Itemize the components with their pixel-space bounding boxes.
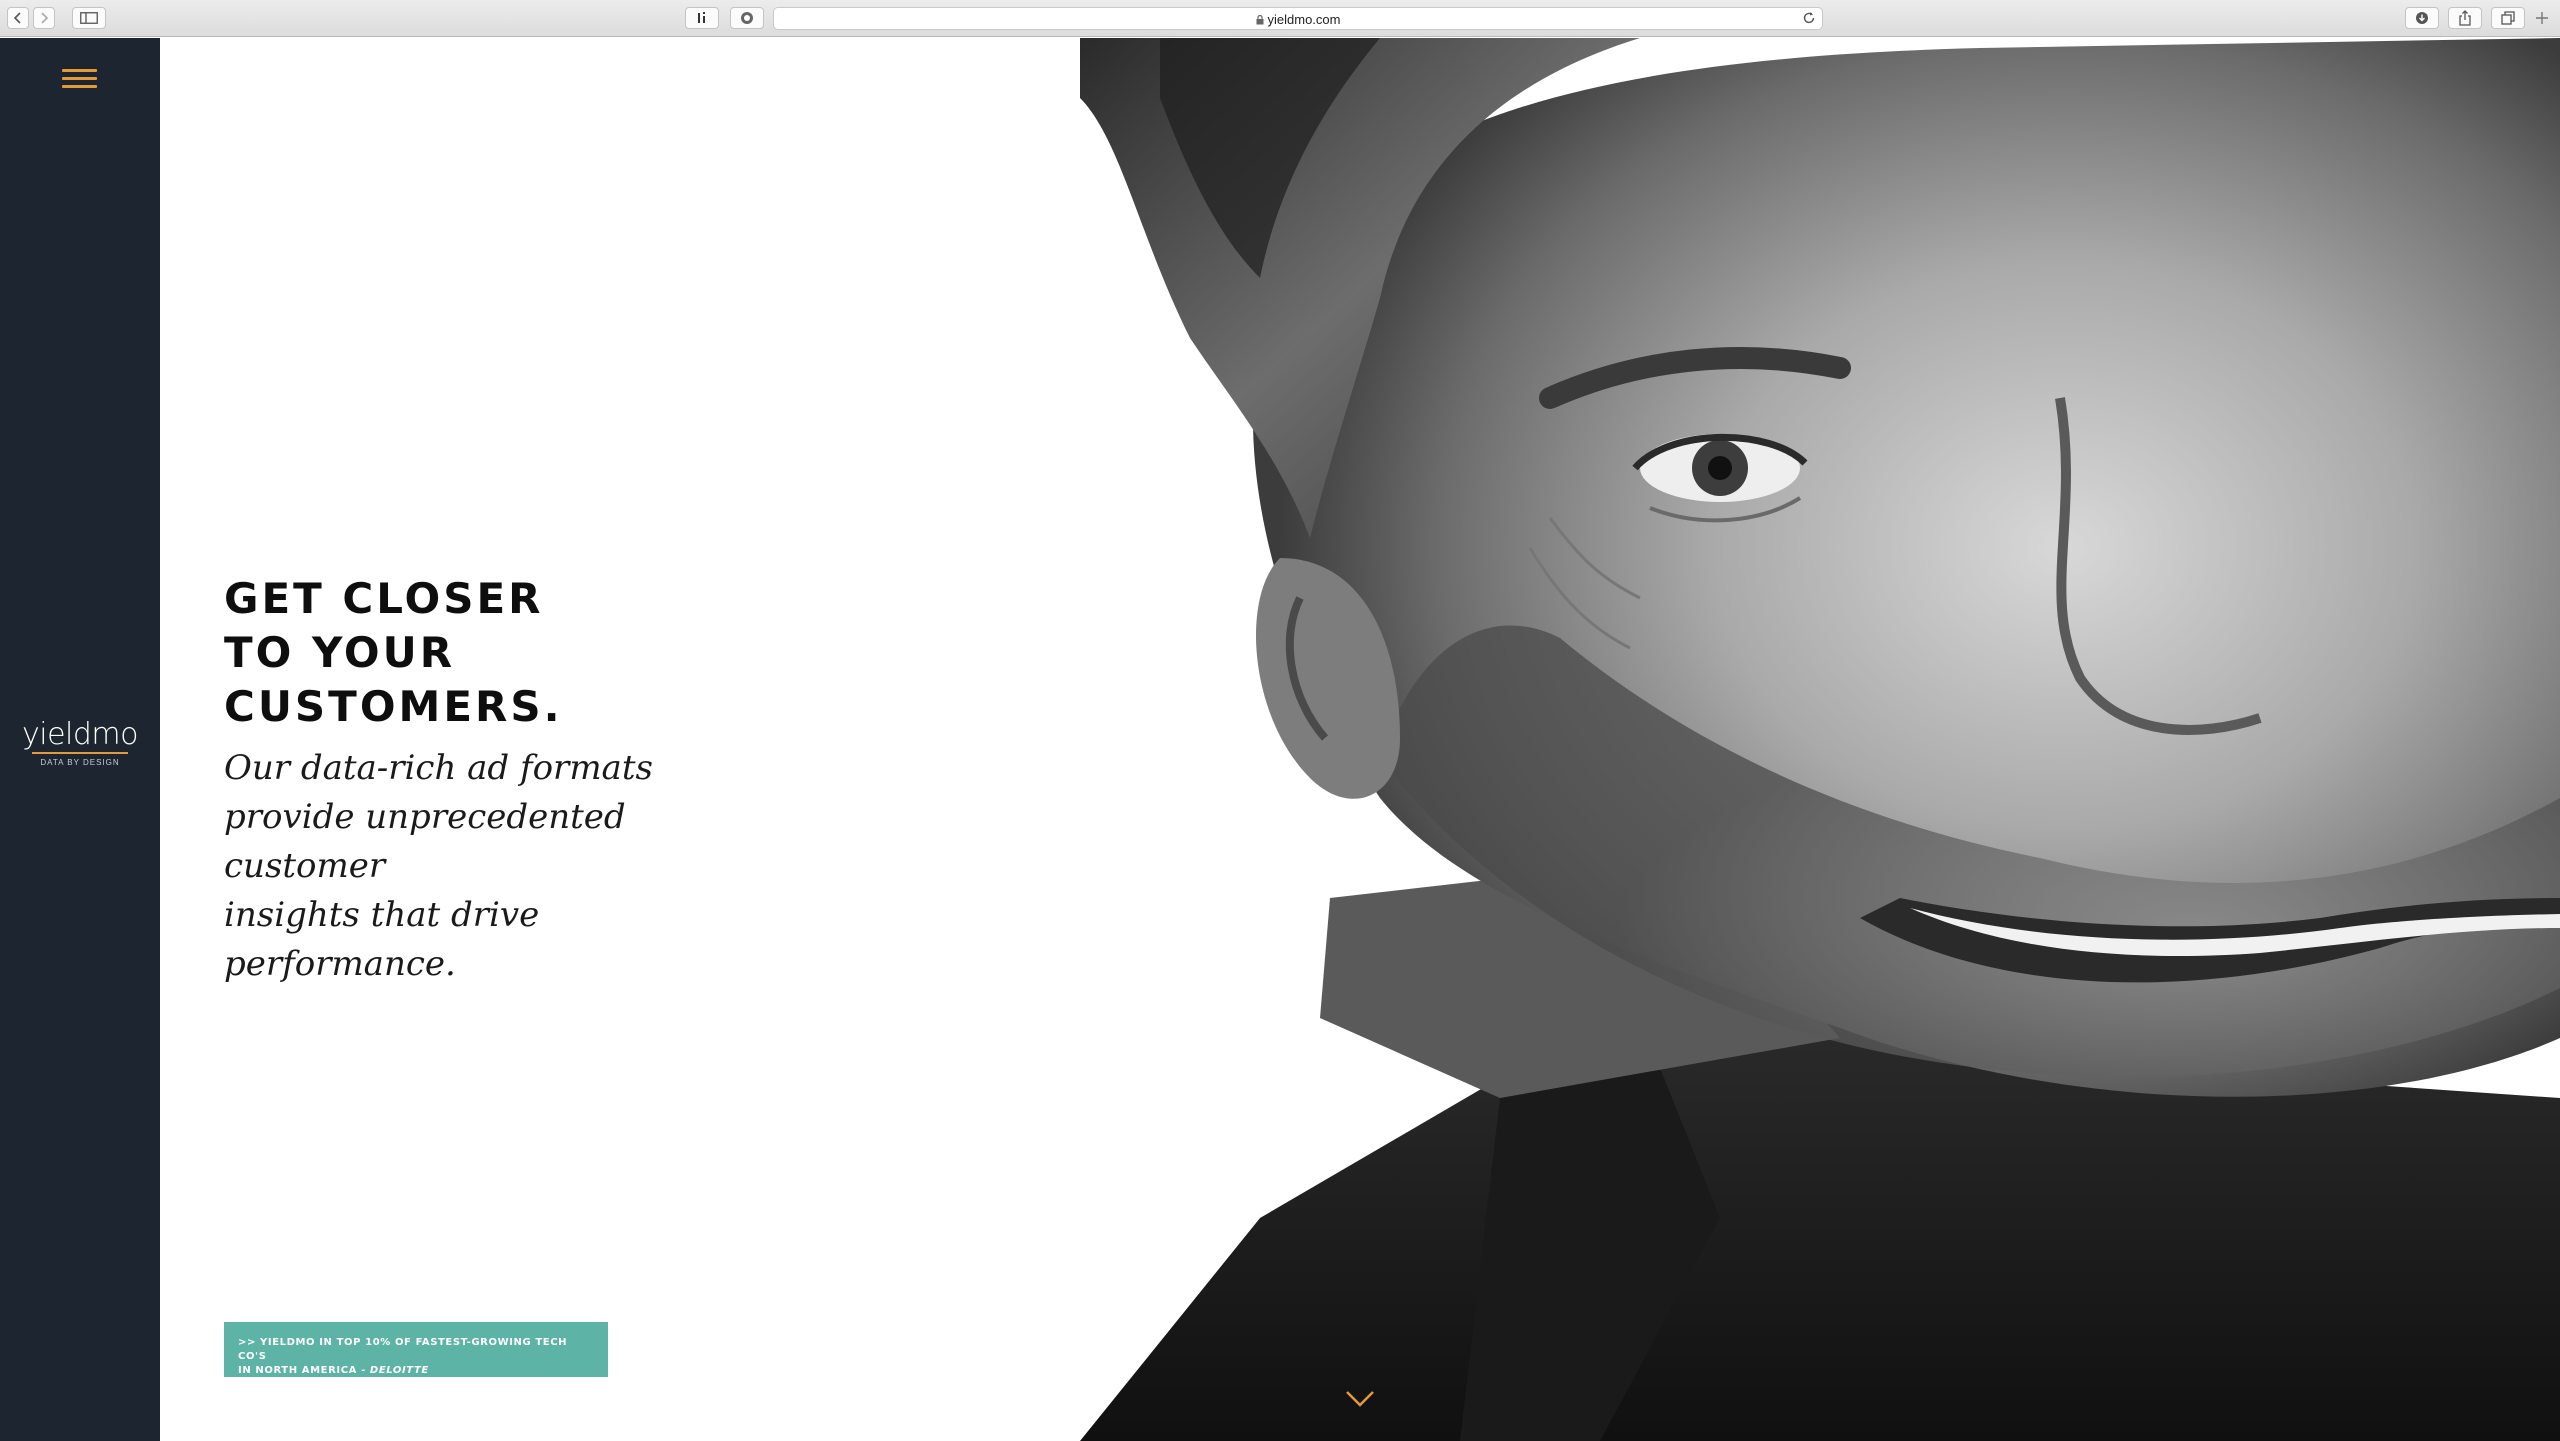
news-line-1: >> YIELDMO IN TOP 10% OF FASTEST-GROWING… xyxy=(238,1337,568,1362)
extension-icon xyxy=(698,12,705,23)
chevron-left-icon xyxy=(13,12,21,24)
headline-line-3: CUSTOMERS. xyxy=(224,682,563,731)
browser-toolbar: yieldmo.com xyxy=(0,0,2560,37)
logo[interactable]: yieldmo DATA BY DESIGN xyxy=(0,717,160,768)
extension-button[interactable] xyxy=(685,7,719,29)
headline-line-1: GET CLOSER xyxy=(224,574,544,623)
reader-button[interactable] xyxy=(730,7,764,29)
forward-button[interactable] xyxy=(33,7,55,29)
news-badge-link[interactable]: >> YIELDMO IN TOP 10% OF FASTEST-GROWING… xyxy=(224,1322,608,1377)
menu-icon[interactable] xyxy=(62,69,97,89)
news-line-2: IN NORTH AMERICA - DELOITTE xyxy=(238,1364,596,1378)
share-button[interactable] xyxy=(2448,7,2482,29)
plus-icon xyxy=(2536,12,2548,24)
lock-icon xyxy=(1256,15,1264,25)
chevron-right-icon xyxy=(41,12,49,24)
sidebar-toggle-button[interactable] xyxy=(72,7,106,29)
subhead-line-3: insights that drive performance. xyxy=(224,895,540,984)
back-button[interactable] xyxy=(7,7,29,29)
hero-subheadline: Our data-rich ad formats provide unprece… xyxy=(224,744,744,989)
subhead-line-1: Our data-rich ad formats xyxy=(224,748,653,788)
headline-line-2: TO YOUR xyxy=(224,628,456,677)
logo-wordmark: yieldmo xyxy=(21,717,139,752)
reload-icon[interactable] xyxy=(1802,11,1816,25)
share-icon xyxy=(2459,10,2471,26)
logo-underline xyxy=(32,752,128,754)
downloads-button[interactable] xyxy=(2405,7,2439,29)
sidebar-icon xyxy=(80,12,98,24)
tabs-icon xyxy=(2501,11,2515,25)
subhead-line-2: provide unprecedented customer xyxy=(224,797,626,886)
logo-tagline: DATA BY DESIGN xyxy=(40,758,120,767)
hero-photo xyxy=(1080,38,2560,1441)
address-bar[interactable]: yieldmo.com xyxy=(773,7,1823,30)
sidebar: yieldmo DATA BY DESIGN xyxy=(0,38,160,1441)
news-source: DELOITTE xyxy=(369,1365,429,1376)
chevron-down-icon[interactable] xyxy=(1345,1390,1375,1408)
hero-section: GET CLOSER TO YOUR CUSTOMERS. Our data-r… xyxy=(160,38,2560,1441)
circle-icon xyxy=(741,12,753,24)
hero-headline: GET CLOSER TO YOUR CUSTOMERS. xyxy=(224,572,824,734)
new-tab-button[interactable] xyxy=(2534,10,2554,30)
download-icon xyxy=(2416,12,2428,24)
tabs-overview-button[interactable] xyxy=(2491,7,2525,29)
url-text: yieldmo.com xyxy=(1267,12,1341,27)
news-line-2-text: IN NORTH AMERICA - xyxy=(238,1365,366,1376)
